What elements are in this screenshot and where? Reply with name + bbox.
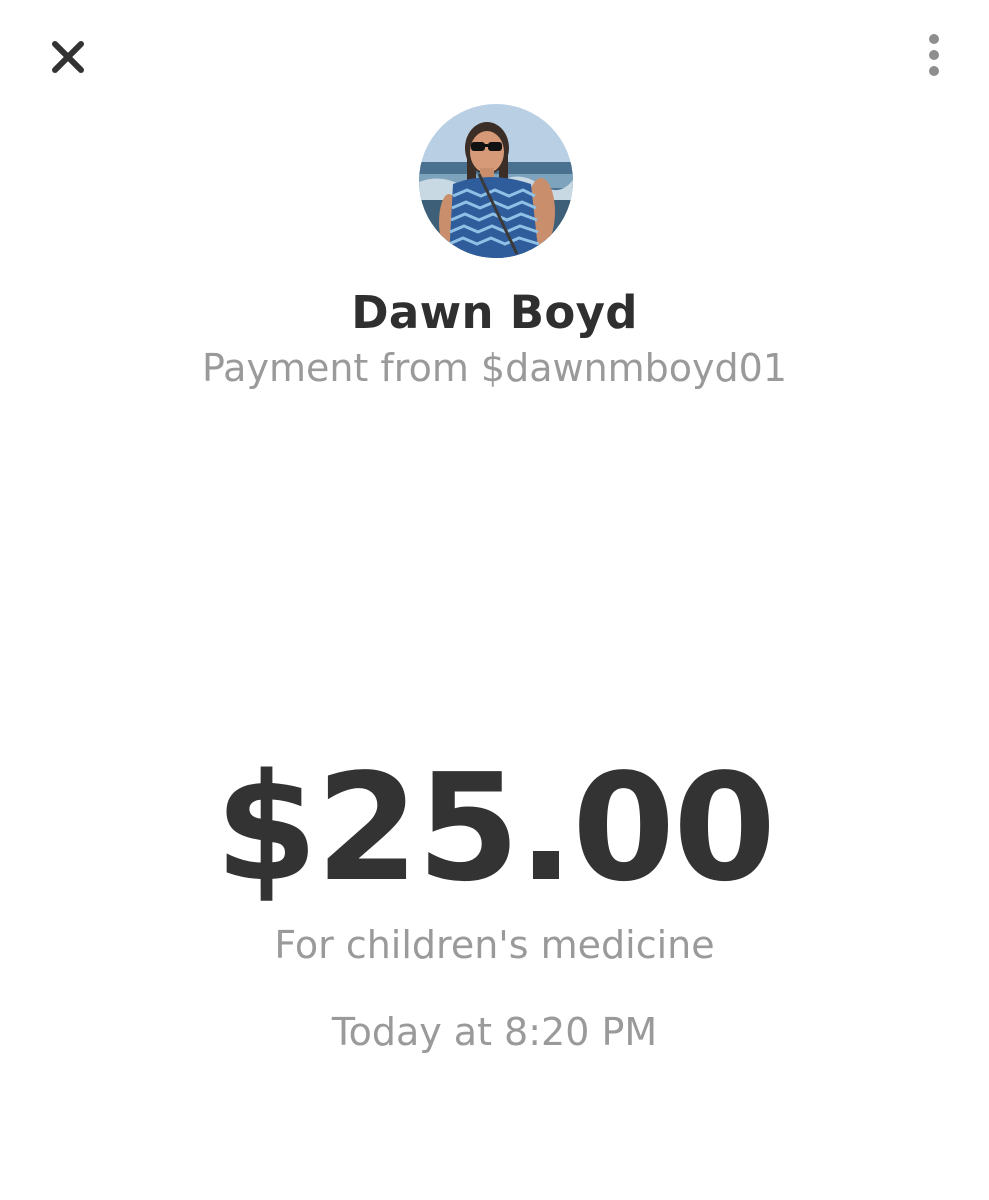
- payment-memo: For children's medicine: [274, 923, 715, 967]
- avatar[interactable]: [419, 104, 573, 258]
- payment-amount: $25.00: [214, 742, 776, 914]
- avatar-photo: [419, 104, 573, 258]
- payment-timestamp: Today at 8:20 PM: [331, 1010, 658, 1054]
- sender-name: Dawn Boyd: [351, 286, 638, 339]
- more-vertical-icon: [929, 34, 939, 76]
- close-icon: [52, 41, 84, 73]
- payment-source: Payment from $dawnmboyd01: [201, 346, 788, 390]
- more-options-button[interactable]: [910, 30, 958, 82]
- close-button[interactable]: [44, 33, 92, 81]
